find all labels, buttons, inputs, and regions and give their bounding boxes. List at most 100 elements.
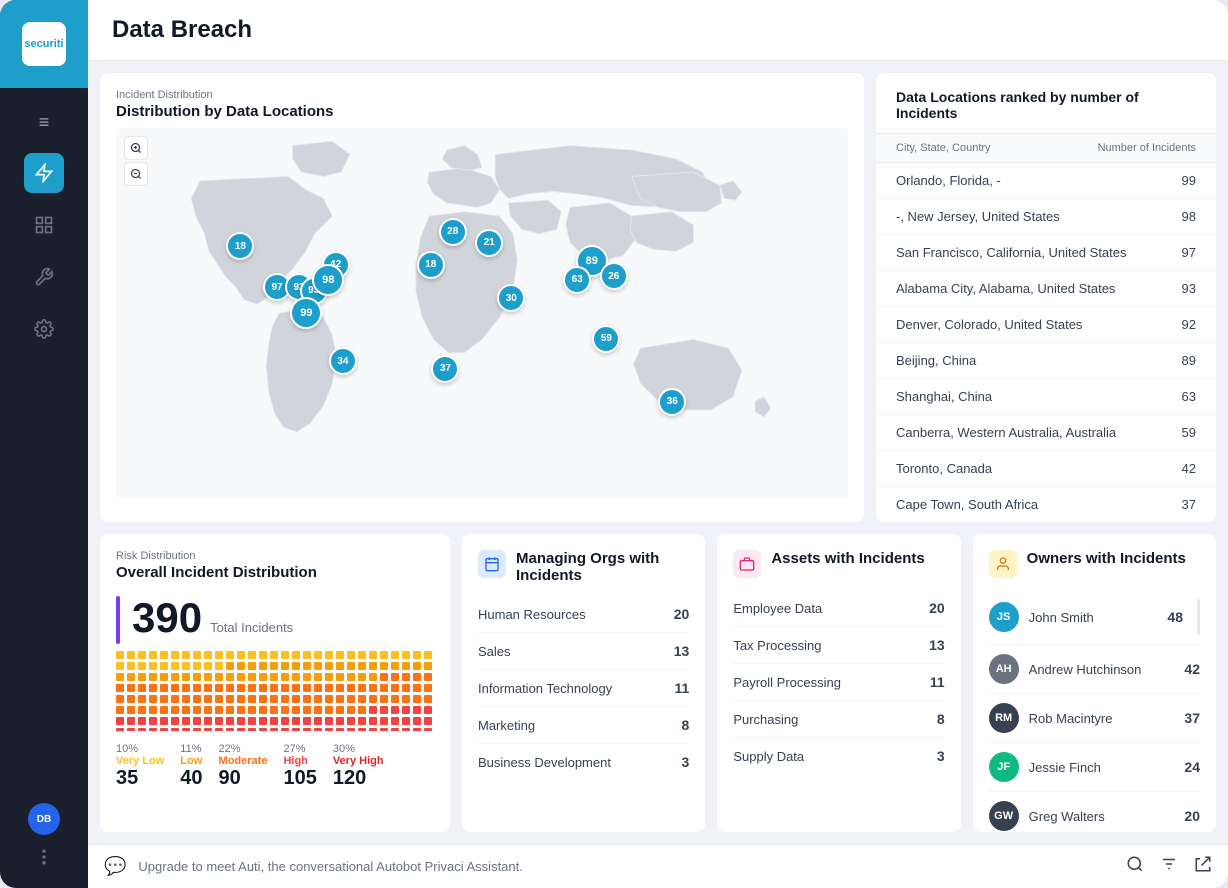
- risk-pct: 27%: [283, 743, 305, 755]
- risk-dot: [116, 684, 124, 692]
- sidebar-dots[interactable]: [34, 847, 54, 872]
- risk-label: High: [283, 755, 307, 767]
- assets-panel: Assets with Incidents Employee Data20Tax…: [717, 534, 960, 832]
- owner-name: Jessie Finch: [1029, 760, 1175, 775]
- map-panel: Incident Distribution Distribution by Da…: [100, 73, 864, 522]
- risk-dot: [336, 662, 344, 670]
- orgs-rows: Human Resources20Sales13Information Tech…: [478, 596, 689, 780]
- org-row: Business Development3: [478, 744, 689, 780]
- location-count: 93: [1182, 281, 1196, 296]
- risk-dot: [215, 695, 223, 703]
- risk-dot: [215, 717, 223, 725]
- orgs-icon: [478, 550, 506, 578]
- risk-dot: [259, 673, 267, 681]
- map-pin[interactable]: 34: [329, 347, 357, 375]
- owner-row: GW Greg Walters 20: [989, 792, 1200, 840]
- risk-dot: [248, 695, 256, 703]
- bottom-bar-actions: [1126, 855, 1212, 878]
- risk-dot: [160, 728, 168, 731]
- org-value: 13: [674, 643, 690, 659]
- sidebar-item-security[interactable]: [24, 153, 64, 193]
- risk-dot: [369, 706, 377, 714]
- owner-avatar: JS: [989, 602, 1019, 632]
- risk-dot: [116, 662, 124, 670]
- risk-title: Overall Incident Distribution: [116, 564, 434, 581]
- menu-toggle[interactable]: ≡: [31, 104, 58, 141]
- map-pin[interactable]: 99: [290, 297, 322, 329]
- risk-dot: [193, 651, 201, 659]
- sidebar-item-tools[interactable]: [24, 257, 64, 297]
- sidebar-item-settings[interactable]: [24, 309, 64, 349]
- map-pin[interactable]: 59: [592, 325, 620, 353]
- risk-dot: [347, 662, 355, 670]
- risk-dot: [314, 662, 322, 670]
- risk-dot: [259, 695, 267, 703]
- risk-dot: [292, 717, 300, 725]
- locations-header: Data Locations ranked by number of Incid…: [876, 73, 1216, 134]
- map-pin[interactable]: 37: [431, 355, 459, 383]
- map-pin[interactable]: 28: [439, 218, 467, 246]
- org-label: Information Technology: [478, 681, 612, 696]
- total-incidents: 390 Total Incidents: [132, 597, 293, 639]
- risk-dot: [314, 673, 322, 681]
- zoom-in-button[interactable]: [124, 136, 148, 160]
- risk-dot: [127, 695, 135, 703]
- search-icon[interactable]: [1126, 855, 1144, 878]
- risk-dot: [347, 728, 355, 731]
- total-number: 390: [132, 597, 202, 639]
- risk-dot: [237, 662, 245, 670]
- user-avatar[interactable]: DB: [28, 803, 60, 835]
- risk-dot: [182, 684, 190, 692]
- dot-matrix: [116, 651, 434, 731]
- risk-dot: [336, 695, 344, 703]
- map-pin[interactable]: 98: [312, 264, 344, 296]
- org-label: Human Resources: [478, 607, 586, 622]
- risk-dot: [149, 706, 157, 714]
- map-pin[interactable]: 36: [658, 388, 686, 416]
- owner-count: 48: [1167, 609, 1183, 625]
- owner-row: RM Rob Macintyre 37: [989, 694, 1200, 743]
- asset-label: Supply Data: [733, 749, 804, 764]
- risk-dot: [391, 706, 399, 714]
- col-header-location: City, State, Country: [896, 142, 991, 154]
- risk-dot: [116, 728, 124, 731]
- risk-dot: [259, 651, 267, 659]
- map-pin[interactable]: 18: [417, 251, 445, 279]
- risk-panel: Risk Distribution Overall Incident Distr…: [100, 534, 450, 832]
- location-row: Cape Town, South Africa37: [876, 487, 1216, 522]
- content-area: Incident Distribution Distribution by Da…: [88, 61, 1228, 844]
- risk-dot: [160, 706, 168, 714]
- asset-row: Employee Data20: [733, 590, 944, 627]
- map-pin[interactable]: 30: [497, 284, 525, 312]
- risk-dot: [237, 717, 245, 725]
- map-pin[interactable]: 21: [475, 229, 503, 257]
- risk-dot: [237, 673, 245, 681]
- risk-dot: [226, 673, 234, 681]
- risk-dot: [413, 684, 421, 692]
- risk-dot: [424, 717, 432, 725]
- risk-dot: [127, 684, 135, 692]
- map-pin[interactable]: 63: [563, 266, 591, 294]
- risk-label: Moderate: [219, 755, 268, 767]
- risk-dot: [281, 728, 289, 731]
- map-pin[interactable]: 26: [600, 262, 628, 290]
- sidebar-item-dashboard[interactable]: [24, 205, 64, 245]
- risk-dot: [193, 695, 201, 703]
- locations-panel: Data Locations ranked by number of Incid…: [876, 73, 1216, 522]
- assets-title: Assets with Incidents: [771, 550, 924, 567]
- location-count: 97: [1182, 245, 1196, 260]
- risk-dot: [259, 684, 267, 692]
- filter-icon[interactable]: [1160, 855, 1178, 878]
- zoom-out-button[interactable]: [124, 162, 148, 186]
- map-pin[interactable]: 18: [226, 232, 254, 260]
- assets-icon: [733, 550, 761, 578]
- orgs-header: Managing Orgs with Incidents: [478, 550, 689, 584]
- owner-count: 42: [1184, 661, 1200, 677]
- risk-pct: 11%: [180, 743, 201, 755]
- location-row: Orlando, Florida, -99: [876, 163, 1216, 199]
- risk-dot: [138, 651, 146, 659]
- share-icon[interactable]: [1194, 855, 1212, 878]
- risk-dot: [171, 673, 179, 681]
- risk-dot: [116, 706, 124, 714]
- risk-dot: [424, 695, 432, 703]
